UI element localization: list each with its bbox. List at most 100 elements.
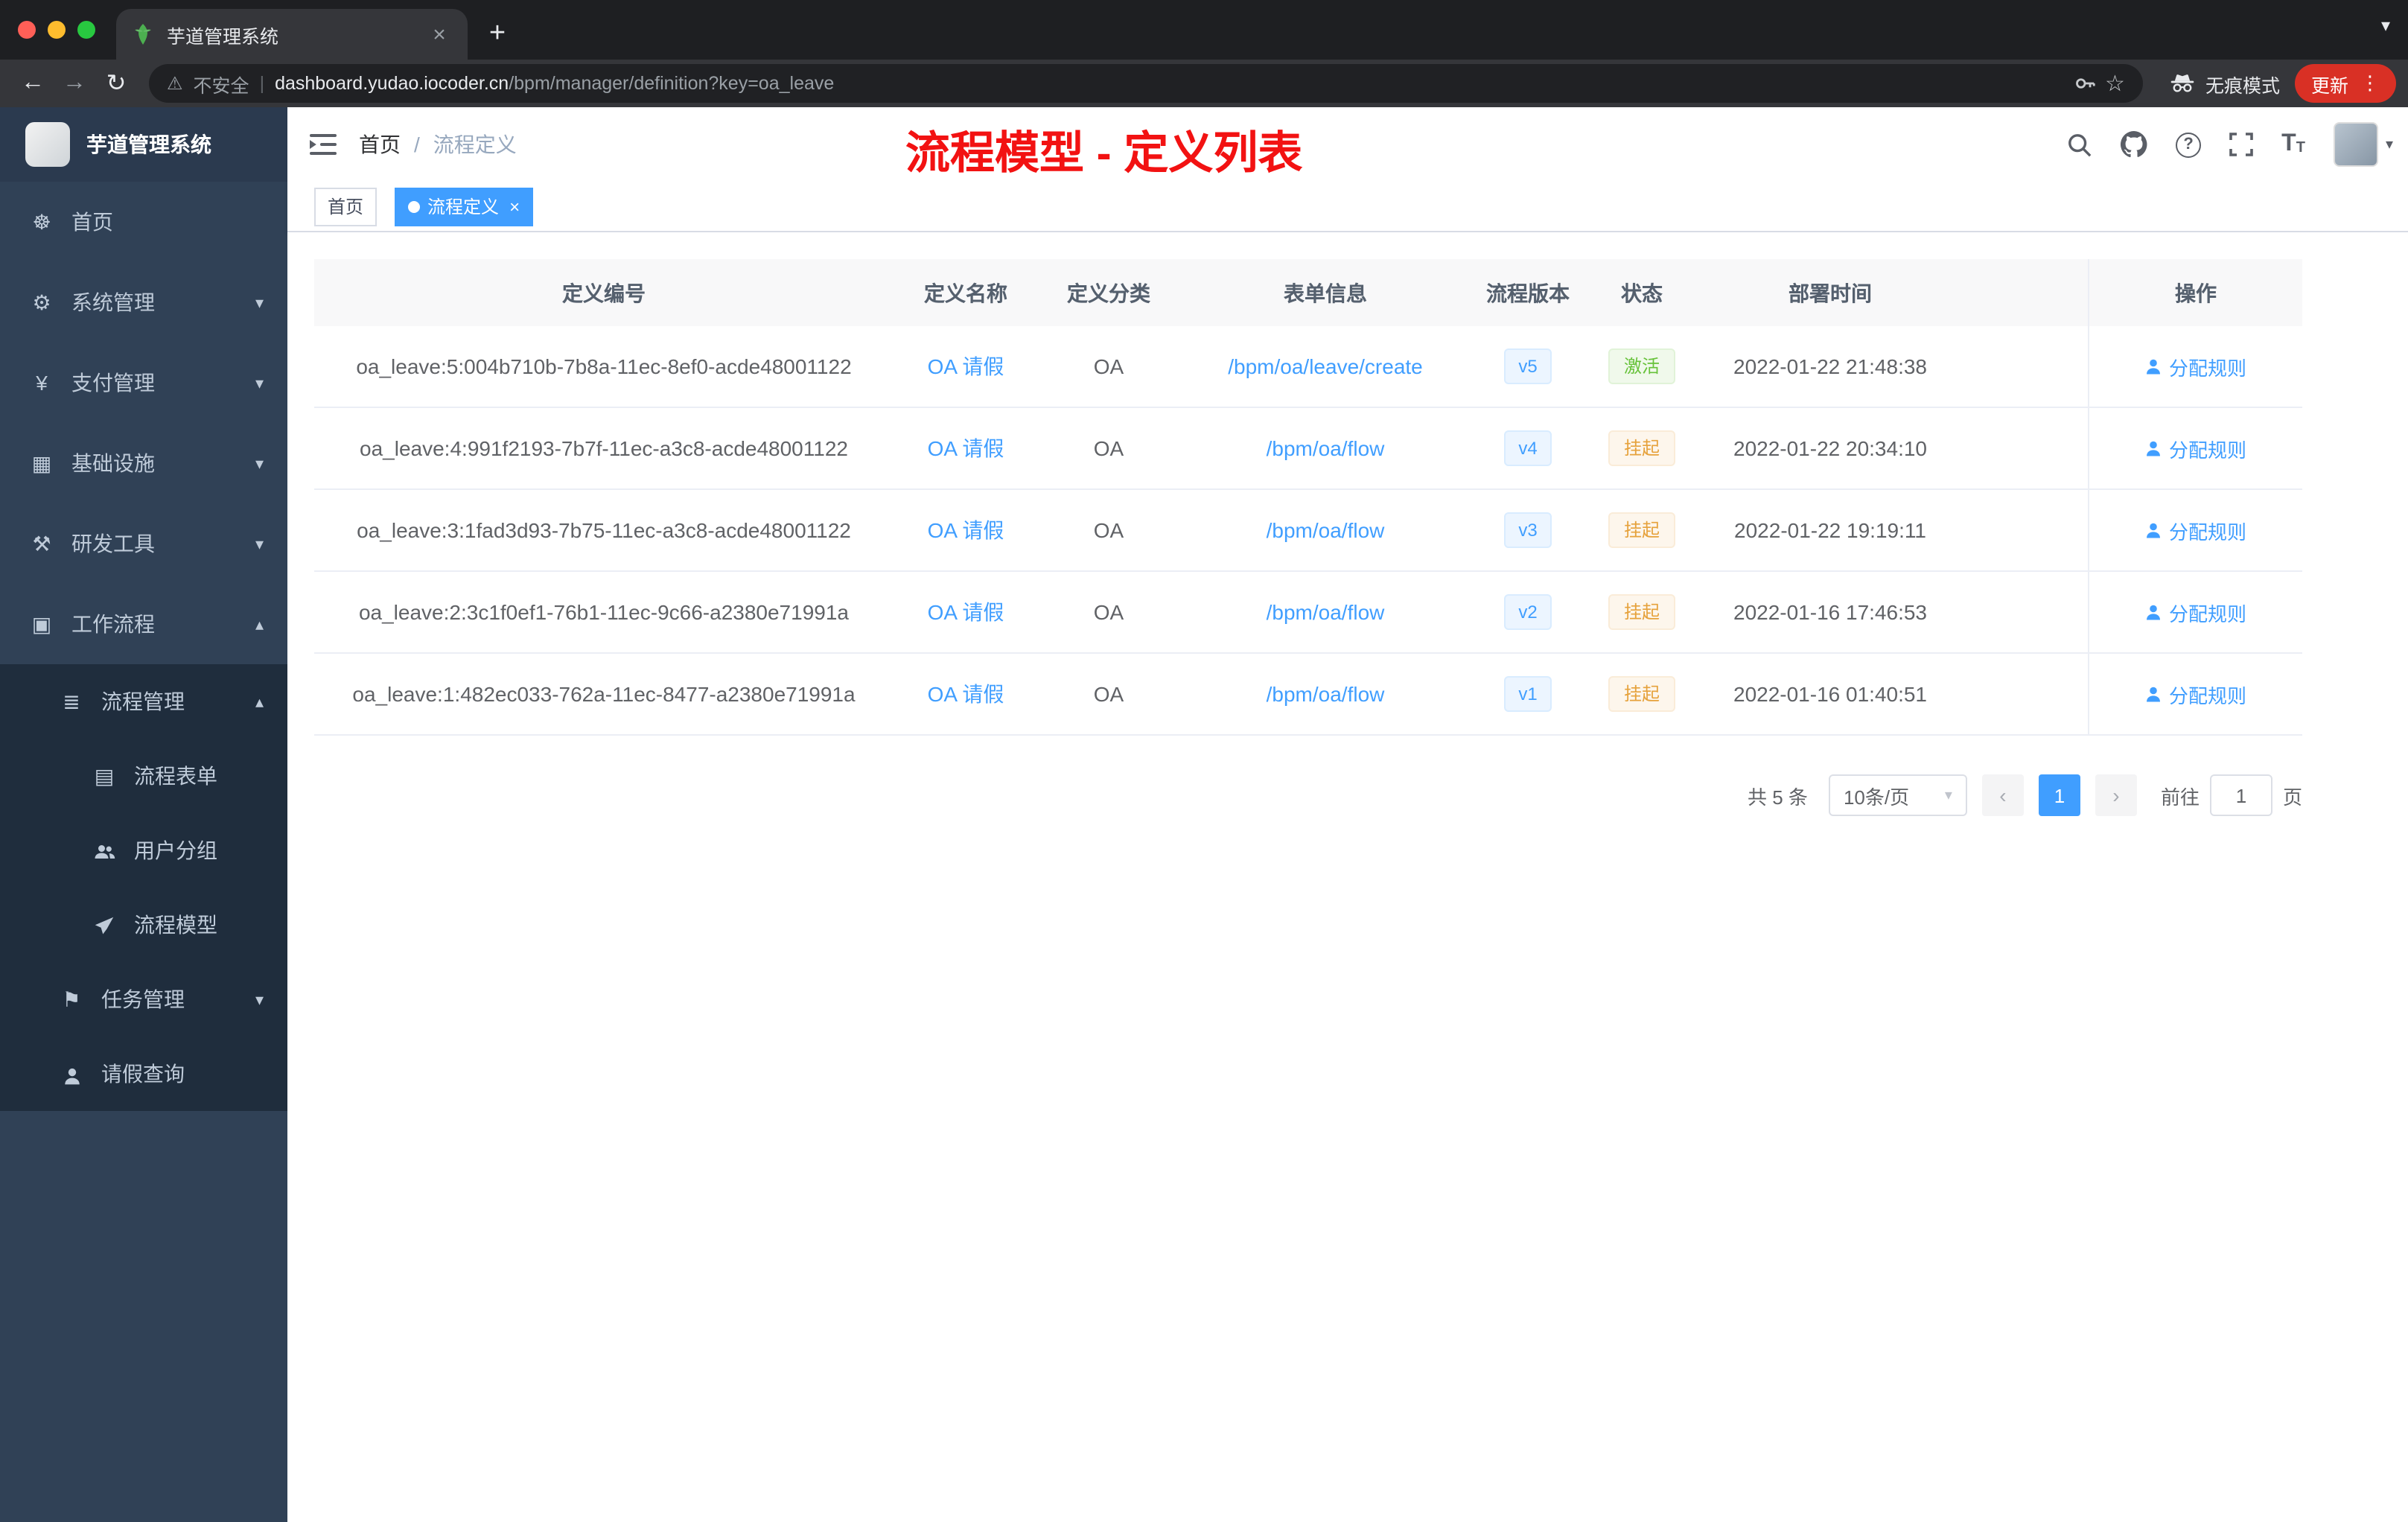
col-definition-name: 定义名称: [924, 281, 1007, 305]
chevron-down-icon: ▾: [255, 375, 264, 392]
definition-category: OA: [1093, 682, 1124, 706]
url-domain: dashboard.yudao.iocoder.cn: [275, 73, 509, 94]
close-window-button[interactable]: [18, 21, 36, 39]
chevron-down-icon: ▾: [255, 455, 264, 473]
sidebar-item-process-management[interactable]: ≣ 流程管理 ▴: [0, 664, 287, 739]
deploy-time: 2022-01-16 17:46:53: [1733, 600, 1927, 624]
form-link[interactable]: /bpm/oa/flow: [1267, 518, 1385, 542]
definition-id: oa_leave:2:3c1f0ef1-76b1-11ec-9c66-a2380…: [358, 600, 849, 624]
definition-name-link[interactable]: OA 请假: [928, 600, 1004, 624]
version-badge: v3: [1503, 512, 1552, 548]
form-link[interactable]: /bpm/oa/leave/create: [1228, 354, 1423, 378]
gear-icon: ⚙: [32, 290, 51, 313]
flag-icon: ⚑: [62, 987, 81, 1010]
security-label: 不安全: [193, 75, 249, 96]
goto-unit: 页: [2282, 786, 2302, 808]
sidebar-item-infrastructure[interactable]: ▦ 基础设施 ▾: [0, 423, 287, 503]
sidebar-item-payment-management[interactable]: ¥ 支付管理 ▾: [0, 343, 287, 423]
col-definition-id: 定义编号: [562, 281, 646, 305]
sidebar-item-system-management[interactable]: ⚙ 系统管理 ▾: [0, 262, 287, 343]
definition-id: oa_leave:1:482ec033-762a-11ec-8477-a2380…: [352, 682, 856, 706]
sidebar-item-label: 流程表单: [134, 764, 217, 788]
sidebar-item-process-model[interactable]: 流程模型: [0, 888, 287, 962]
chevron-up-icon: ▴: [255, 616, 264, 634]
sidebar-item-workflow[interactable]: ▣ 工作流程 ▴: [0, 584, 287, 664]
definition-name-link[interactable]: OA 请假: [928, 436, 1004, 460]
address-bar[interactable]: ⚠ 不安全 | dashboard.yudao.iocoder.cn/bpm/m…: [149, 64, 2143, 103]
sidebar-collapse-icon[interactable]: [287, 133, 359, 156]
new-tab-button[interactable]: +: [477, 13, 518, 55]
user-menu[interactable]: ▾: [2333, 122, 2393, 167]
next-page-button[interactable]: ›: [2095, 774, 2137, 816]
deploy-time: 2022-01-22 19:19:11: [1734, 518, 1926, 542]
browser-toolbar: ← → ↻ ⚠ 不安全 | dashboard.yudao.iocoder.cn…: [0, 60, 2408, 107]
tag-process-definition[interactable]: 流程定义 ×: [395, 187, 534, 226]
assign-rule-link[interactable]: 分配规则: [2145, 434, 2246, 462]
sidebar-item-label: 支付管理: [71, 371, 155, 395]
sidebar-item-user-group[interactable]: 用户分组: [0, 813, 287, 888]
sidebar-item-label: 用户分组: [134, 838, 217, 862]
sidebar-item-leave-query[interactable]: 请假查询: [0, 1037, 287, 1111]
definition-category: OA: [1093, 436, 1124, 460]
page-size-select[interactable]: 10条/页 ▾: [1828, 774, 1967, 816]
tab-close-icon[interactable]: ×: [426, 22, 453, 47]
browser-menu-icon[interactable]: ⋮: [2360, 71, 2380, 95]
assign-rule-link[interactable]: 分配规则: [2145, 598, 2246, 626]
zoom-window-button[interactable]: [77, 21, 95, 39]
assign-rule-link[interactable]: 分配规则: [2145, 516, 2246, 544]
form-link[interactable]: /bpm/oa/flow: [1267, 436, 1385, 460]
app: 芋道管理系统 ☸ 首页 ⚙ 系统管理 ▾ ¥ 支付管理 ▾ ▦ 基础设施 ▾ ⚒…: [0, 107, 2408, 1522]
goto-page-input[interactable]: [2209, 774, 2272, 816]
form-link[interactable]: /bpm/oa/flow: [1267, 600, 1385, 624]
form-link[interactable]: /bpm/oa/flow: [1267, 682, 1385, 706]
font-size-icon[interactable]: TT: [2281, 132, 2305, 156]
browser-tabstrip: 芋道管理系统 × + ▾: [0, 0, 2408, 60]
browser-tab[interactable]: 芋道管理系统 ×: [116, 9, 468, 60]
forward-button[interactable]: →: [54, 63, 95, 104]
tab-search-icon[interactable]: ▾: [2381, 15, 2390, 36]
search-icon[interactable]: [2067, 132, 2092, 157]
page-number-button[interactable]: 1: [2038, 774, 2080, 816]
sidebar-item-task-management[interactable]: ⚑ 任务管理 ▾: [0, 962, 287, 1037]
back-button[interactable]: ←: [12, 63, 54, 104]
update-label: 更新: [2310, 75, 2348, 96]
chevron-up-icon: ▴: [255, 693, 264, 711]
table-header: 定义编号 定义名称 定义分类 表单信息 流程版本 状态 部署时间 操作: [314, 259, 2302, 326]
minimize-window-button[interactable]: [48, 21, 66, 39]
person-icon: [60, 1062, 83, 1086]
reload-button[interactable]: ↻: [95, 63, 137, 104]
sidebar-item-home[interactable]: ☸ 首页: [0, 182, 287, 262]
sidebar-item-dev-tools[interactable]: ⚒ 研发工具 ▾: [0, 503, 287, 584]
browser-update-button[interactable]: 更新 ⋮: [2294, 64, 2396, 103]
definition-category: OA: [1093, 518, 1124, 542]
user-group-icon: [92, 838, 116, 862]
bookmark-star-icon[interactable]: ☆: [2105, 70, 2125, 97]
table-row: oa_leave:4:991f2193-7b7f-11ec-a3c8-acde4…: [314, 408, 2302, 490]
navbar: 首页 / 流程定义 流程模型 - 定义列表 ? T T ▾: [287, 107, 2408, 182]
help-icon[interactable]: ?: [2176, 132, 2202, 157]
breadcrumb-home[interactable]: 首页: [359, 130, 401, 159]
tag-close-icon[interactable]: ×: [509, 196, 520, 217]
tag-home[interactable]: 首页: [314, 187, 378, 226]
password-key-icon[interactable]: [2074, 73, 2095, 94]
definition-name-link[interactable]: OA 请假: [928, 518, 1004, 542]
pagination: 共 5 条 10条/页 ▾ ‹ 1 › 前往 页: [314, 774, 2302, 816]
user-icon: [2147, 359, 2161, 375]
github-icon[interactable]: [2121, 131, 2147, 158]
sidebar-item-process-form[interactable]: ▤ 流程表单: [0, 739, 287, 813]
incognito-badge: 无痕模式: [2170, 69, 2280, 98]
col-definition-category: 定义分类: [1067, 281, 1150, 305]
user-icon: [2147, 605, 2161, 620]
version-badge: v4: [1503, 430, 1552, 466]
sidebar-logo[interactable]: 芋道管理系统: [0, 107, 287, 182]
prev-page-button[interactable]: ‹: [1981, 774, 2024, 816]
pagination-goto: 前往 页: [2161, 774, 2302, 816]
definition-name-link[interactable]: OA 请假: [928, 682, 1004, 706]
assign-rule-link[interactable]: 分配规则: [2145, 352, 2246, 380]
sidebar-item-label: 研发工具: [71, 532, 155, 555]
avatar: [2333, 122, 2378, 167]
definition-name-link[interactable]: OA 请假: [928, 354, 1004, 378]
status-badge: 挂起: [1608, 594, 1675, 630]
assign-rule-link[interactable]: 分配规则: [2145, 680, 2246, 708]
fullscreen-icon[interactable]: [2229, 133, 2253, 156]
